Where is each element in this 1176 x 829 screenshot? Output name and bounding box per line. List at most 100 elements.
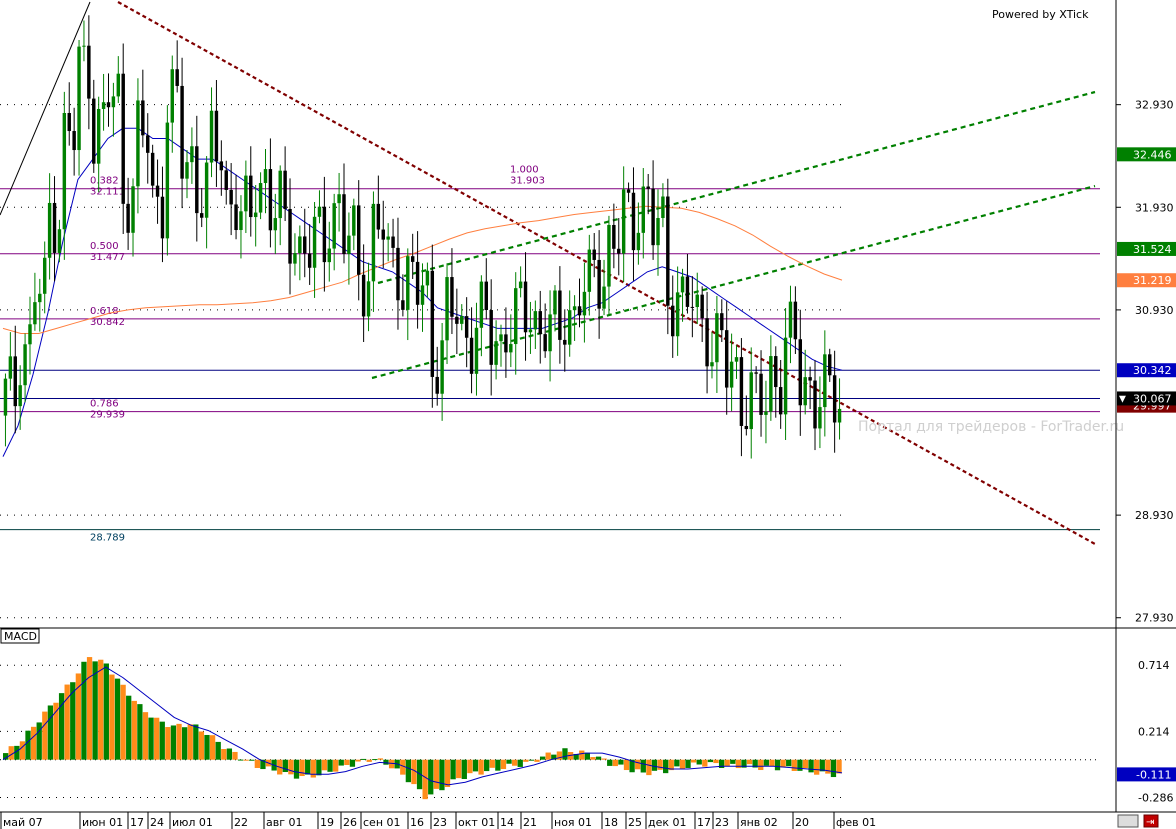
macd-bar <box>103 663 109 760</box>
macd-bar <box>114 678 121 760</box>
macd-bar <box>506 759 512 764</box>
macd-bar <box>478 759 484 775</box>
macd-bar <box>428 759 434 795</box>
candle-body <box>126 203 130 233</box>
time-tick-label: 21 <box>523 816 537 829</box>
macd-bar <box>333 759 339 772</box>
macd-bar <box>321 759 328 771</box>
candle-body <box>489 310 493 365</box>
candle-body <box>165 122 170 239</box>
candle-body <box>528 329 533 333</box>
scroll-icon[interactable] <box>1117 814 1139 828</box>
macd-bar <box>791 759 797 771</box>
time-tick-label: 19 <box>320 816 334 829</box>
macd-bar <box>562 748 568 760</box>
time-tick-label: июл 01 <box>172 816 213 829</box>
candle-body <box>646 186 650 189</box>
fib-price-label: 29.939 <box>90 410 125 421</box>
candle-body <box>33 302 37 325</box>
time-tick-label: 17 <box>130 816 144 829</box>
macd-bar <box>584 752 590 760</box>
macd-bar <box>209 735 216 760</box>
macd-bar <box>433 759 439 789</box>
fib-ratio-label: 1.000 <box>510 165 539 176</box>
candle-body <box>636 232 641 251</box>
macd-bar <box>282 759 288 773</box>
candle-body <box>136 100 140 187</box>
candle-body <box>298 236 302 254</box>
candle-body <box>587 249 592 292</box>
macd-bar <box>517 759 523 767</box>
macd-bar <box>327 759 333 772</box>
macd-bar <box>243 759 249 761</box>
macd-tick-label: 0.214 <box>1138 725 1170 738</box>
candle-body <box>793 301 798 340</box>
macd-bar <box>377 758 384 760</box>
macd-bar <box>601 758 607 760</box>
time-tick-label: сен 01 <box>363 816 401 829</box>
time-tick-label: 16 <box>410 816 424 829</box>
candle-body <box>518 281 523 289</box>
macd-bar <box>511 759 518 766</box>
candle-body <box>474 327 479 374</box>
candle-body <box>808 377 812 381</box>
price-tick-label: 30.930 <box>1135 304 1174 317</box>
macd-bar <box>735 759 742 769</box>
macd-bar <box>456 759 462 779</box>
candle-body <box>67 112 71 132</box>
candle-body <box>818 407 822 429</box>
candle-body <box>366 281 371 317</box>
macd-bar <box>663 759 669 774</box>
macd-bar <box>193 724 199 760</box>
price-tick-label: 32.930 <box>1135 99 1174 112</box>
macd-bar <box>344 759 350 766</box>
candle-body <box>239 211 243 231</box>
candle-body <box>101 102 106 109</box>
candle-body <box>3 378 8 416</box>
macd-bar <box>349 759 356 767</box>
macd-bar <box>338 759 344 766</box>
macd-bar <box>607 759 613 766</box>
macd-bar <box>305 759 311 775</box>
macd-bar <box>165 727 171 760</box>
macd-bar <box>30 726 37 760</box>
candle-body <box>322 206 327 263</box>
fib-ratio-label: 0.500 <box>90 241 119 252</box>
candle-body <box>710 362 714 367</box>
candle-body <box>798 339 803 406</box>
macd-bar <box>797 759 803 771</box>
fib-ratio-label: 0.618 <box>90 306 119 317</box>
exit-arrow-glyph: ⇥ <box>1146 817 1154 828</box>
macd-bar <box>92 661 98 760</box>
candle-body <box>778 387 783 415</box>
time-tick-label: 23 <box>715 816 729 829</box>
candle-body <box>77 46 81 151</box>
price-panel[interactable] <box>0 0 1116 628</box>
macd-bar <box>42 711 48 760</box>
fib-ratio-label: 0.382 <box>90 176 119 187</box>
macd-bar <box>126 695 132 760</box>
time-tick-label: ноя 01 <box>554 816 592 829</box>
candle-body <box>543 334 547 352</box>
candle-body <box>602 286 606 309</box>
candle-body <box>327 248 331 263</box>
fib-price-label: 30.842 <box>90 317 125 328</box>
candle-body <box>361 274 366 317</box>
candle-body <box>263 169 268 184</box>
macd-bar <box>612 759 618 767</box>
time-tick-label: фев 01 <box>836 816 876 829</box>
macd-bar <box>685 759 691 768</box>
chart-canvas[interactable]: 0.38232.111 0.50031.477 0.61830.842 0.78629… <box>0 0 1176 829</box>
candle-body <box>666 196 670 306</box>
candle-body <box>371 203 376 282</box>
macd-bar <box>579 750 585 760</box>
candle-body <box>332 203 336 249</box>
candle-body <box>803 377 807 406</box>
macd-bar <box>215 741 221 760</box>
candle-body <box>744 425 749 430</box>
candle-body <box>572 306 577 311</box>
macd-tick-label: 0.714 <box>1138 659 1170 672</box>
xtick-watermark: Powered by XTick <box>992 8 1089 21</box>
candle-body <box>268 169 273 231</box>
macd-bar <box>758 759 764 771</box>
